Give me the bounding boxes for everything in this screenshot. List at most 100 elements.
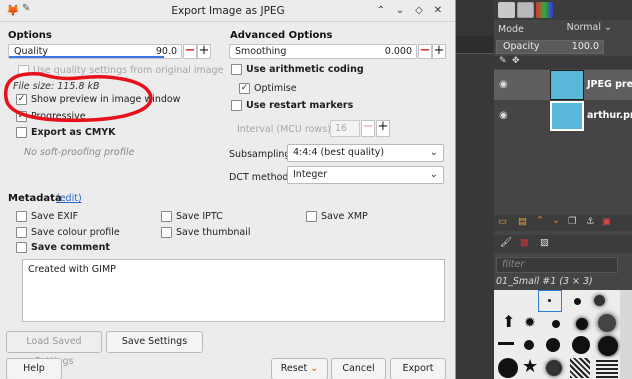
star-brush[interactable]: ★ xyxy=(522,356,538,377)
help-button[interactable]: Help xyxy=(6,358,62,379)
save-xmp-checkbox[interactable] xyxy=(306,211,317,222)
smoothing-decrease-button[interactable]: − xyxy=(418,44,432,59)
options-header: Options xyxy=(8,30,52,41)
save-thumbnail-label: Save thumbnail xyxy=(176,227,251,238)
chevron-down-icon: ⌄ xyxy=(310,363,319,374)
save-iptc-checkbox[interactable] xyxy=(161,211,172,222)
brush-item[interactable] xyxy=(572,336,590,354)
anchor-icon[interactable]: ⚓ xyxy=(586,216,595,227)
eye-icon[interactable]: ◉ xyxy=(499,110,508,121)
subsampling-select[interactable]: 4:4:4 (best quality) ⌄ xyxy=(287,144,444,162)
brush-item[interactable] xyxy=(576,318,588,330)
close-icon[interactable]: ✕ xyxy=(431,4,445,18)
opacity-slider[interactable]: Opacity 100.0 xyxy=(496,40,604,54)
maximize-icon[interactable]: ◇ xyxy=(412,4,426,18)
lock-position-icon[interactable]: ✥ xyxy=(512,56,520,66)
lock-pixels-icon[interactable]: ✎ xyxy=(499,56,507,66)
reset-label: Reset xyxy=(280,363,308,374)
opacity-label: Opacity xyxy=(503,41,540,52)
layers-panel: Mode Normal ⌄ Opacity 100.0 ✎ ✥ ◉ JPEG p… xyxy=(494,0,632,379)
layer-row-arthur[interactable]: ◉ arthur.png xyxy=(494,101,632,131)
dct-method-value: Integer xyxy=(293,169,328,180)
brush-item[interactable] xyxy=(546,360,562,376)
load-saved-settings-button[interactable]: Load Saved Settings xyxy=(6,331,102,367)
dialog-titlebar: 🦊 ✎ Export Image as JPEG ⌃ ⌄ ◇ ✕ xyxy=(0,0,455,22)
reset-button[interactable]: Reset ⌄ xyxy=(271,358,328,379)
brush-scrollbar[interactable] xyxy=(620,290,632,379)
smoothing-label: Smoothing xyxy=(235,46,287,57)
duplicate-layer-icon[interactable]: ❐ xyxy=(568,216,577,227)
brush-item[interactable] xyxy=(546,338,560,352)
texture-brush[interactable] xyxy=(596,358,618,378)
raise-layer-icon[interactable]: ⌃ xyxy=(536,215,544,226)
line-brush[interactable] xyxy=(498,342,514,345)
interval-increase-button[interactable]: + xyxy=(376,120,390,137)
mode-value: Normal xyxy=(566,22,602,33)
interval-decrease-button[interactable]: − xyxy=(361,120,375,137)
save-colour-profile-label: Save colour profile xyxy=(31,227,120,238)
brush-name: 01_Small #1 (3 × 3) xyxy=(496,276,593,287)
advanced-options-header: Advanced Options xyxy=(230,30,333,41)
lower-layer-icon[interactable]: ⌄ xyxy=(552,215,560,226)
arithmetic-coding-checkbox[interactable] xyxy=(231,64,242,75)
dct-method-select[interactable]: Integer ⌄ xyxy=(287,166,444,184)
quality-decrease-button[interactable]: − xyxy=(183,44,197,59)
new-group-icon[interactable]: ▤ xyxy=(518,216,527,227)
filter-placeholder: filter xyxy=(502,259,525,270)
smoothing-increase-button[interactable]: + xyxy=(432,44,446,59)
brush-item[interactable] xyxy=(594,295,605,306)
save-comment-checkbox[interactable] xyxy=(16,242,27,253)
comment-textarea[interactable]: Created with GIMP xyxy=(22,259,445,322)
interval-input[interactable]: 16 xyxy=(330,120,360,137)
brush-item[interactable] xyxy=(498,358,518,378)
layer-name: arthur.png xyxy=(587,110,632,121)
mask-icon[interactable]: ▣ xyxy=(602,216,611,227)
lock-row: ✎ ✥ xyxy=(494,56,632,69)
layer-row-jpeg-preview[interactable]: ◉ JPEG preview xyxy=(494,70,632,100)
save-settings-button[interactable]: Save Settings xyxy=(106,331,203,353)
subsampling-value: 4:4:4 (best quality) xyxy=(293,147,385,158)
brush-item[interactable] xyxy=(548,299,551,302)
new-layer-icon[interactable]: ▭ xyxy=(498,216,507,227)
layer-thumbnail xyxy=(550,70,584,100)
arrow-brush[interactable]: ⬆ xyxy=(502,312,515,331)
save-comment-label: Save comment xyxy=(31,242,110,253)
brush-filter-input[interactable]: filter xyxy=(496,257,618,273)
chevron-down-icon: ⌄ xyxy=(429,147,438,158)
brush-grid[interactable]: ⬆ ✹ ★ xyxy=(494,290,632,379)
paths-tab[interactable] xyxy=(536,2,553,18)
brush-item[interactable] xyxy=(552,320,560,328)
ruler xyxy=(456,36,494,54)
save-colour-profile-checkbox[interactable] xyxy=(16,227,27,238)
splatter-brush[interactable]: ✹ xyxy=(524,315,536,331)
restart-markers-checkbox[interactable] xyxy=(231,100,242,111)
channels-tab[interactable] xyxy=(517,2,534,18)
brush-item[interactable] xyxy=(524,340,534,350)
quality-increase-button[interactable]: + xyxy=(197,44,211,59)
quality-slider[interactable]: Quality 90.0 xyxy=(8,44,182,59)
gradient-tab-icon[interactable]: ▧ xyxy=(540,237,549,248)
texture-brush[interactable] xyxy=(570,358,590,378)
smoothing-slider[interactable]: Smoothing 0.000 xyxy=(229,44,417,59)
brush-item[interactable] xyxy=(598,336,618,356)
export-button[interactable]: Export xyxy=(390,358,446,379)
metadata-header: Metadata xyxy=(8,193,62,204)
brush-item[interactable] xyxy=(574,298,581,305)
layers-tab[interactable] xyxy=(498,2,515,18)
eye-icon[interactable]: ◉ xyxy=(499,79,508,90)
metadata-edit-link[interactable]: (edit) xyxy=(56,193,82,204)
save-exif-checkbox[interactable] xyxy=(16,211,27,222)
interval-label: Interval (MCU rows): xyxy=(237,124,335,135)
save-thumbnail-checkbox[interactable] xyxy=(161,227,172,238)
brush-tab-icon[interactable]: 🖌 xyxy=(500,237,512,248)
optimise-checkbox[interactable]: ✓ xyxy=(239,83,250,94)
brush-item[interactable] xyxy=(598,314,616,332)
layer-thumbnail xyxy=(550,101,584,131)
dct-method-label: DCT method xyxy=(229,172,289,183)
pattern-tab-icon[interactable]: ▦ xyxy=(520,237,529,248)
mode-select[interactable]: Normal ⌄ xyxy=(564,22,612,37)
chevron-up-icon[interactable]: ⌃ xyxy=(374,4,388,18)
chevron-down-icon[interactable]: ⌄ xyxy=(393,4,407,18)
save-iptc-label: Save IPTC xyxy=(176,211,223,222)
cancel-button[interactable]: Cancel xyxy=(331,358,386,379)
